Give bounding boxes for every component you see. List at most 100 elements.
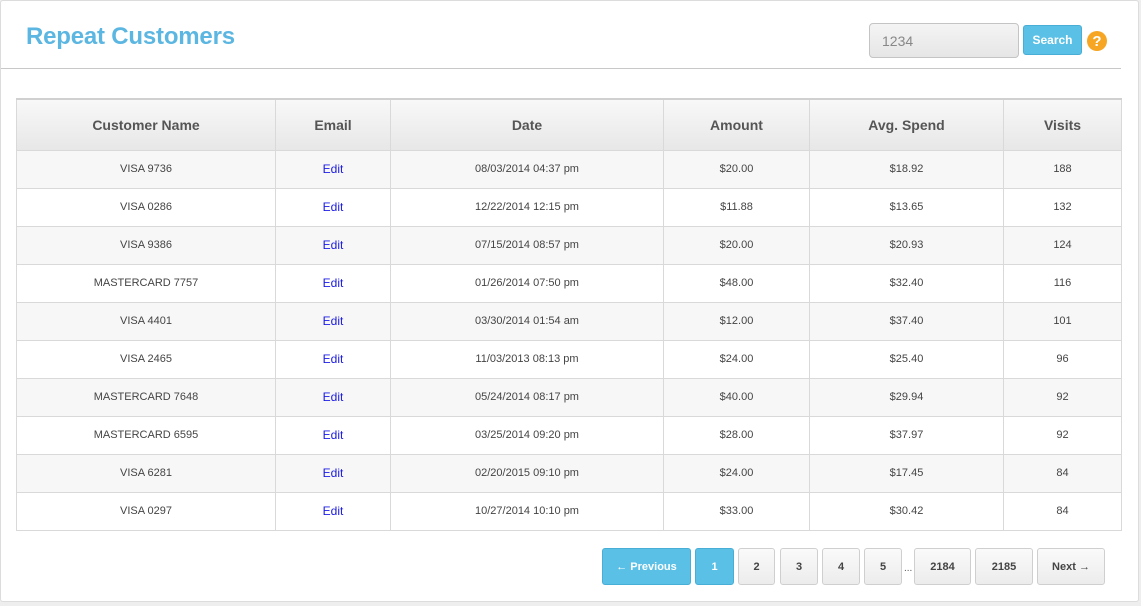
customers-table: Customer Name Email Date Amount Avg. Spe… [16, 98, 1122, 531]
cell-avg-spend: $29.94 [809, 377, 1004, 417]
cell-amount: $20.00 [663, 149, 810, 189]
cell-avg-spend: $32.40 [809, 263, 1004, 303]
cell-customer-name: VISA 0286 [16, 187, 276, 227]
cell-avg-spend: $25.40 [809, 339, 1004, 379]
table-row: VISA 9736 Edit 08/03/2014 04:37 pm $20.00 $1… [16, 149, 1122, 189]
cell-amount: $40.00 [663, 377, 810, 417]
cell-avg-spend: $20.93 [809, 225, 1004, 265]
page-button-1[interactable]: 1 [695, 548, 734, 585]
page-button-4[interactable]: 4 [822, 548, 860, 585]
cell-avg-spend: $37.97 [809, 415, 1004, 455]
cell-visits: 101 [1003, 301, 1122, 341]
cell-customer-name: MASTERCARD 6595 [16, 415, 276, 455]
table-row: MASTERCARD 6595 Edit 03/25/2014 09:20 pm $2… [16, 415, 1122, 455]
table-row: VISA 6281 Edit 02/20/2015 09:10 pm $24.00 $1… [16, 453, 1122, 493]
cell-visits: 84 [1003, 491, 1122, 531]
cell-customer-name: VISA 6281 [16, 453, 276, 493]
cell-date: 01/26/2014 07:50 pm [390, 263, 664, 303]
table-row: VISA 0297 Edit 10/27/2014 10:10 pm $33.00 $3… [16, 491, 1122, 531]
page-button-2184[interactable]: 2184 [914, 548, 971, 585]
column-header-amount[interactable]: Amount [663, 98, 810, 151]
cell-customer-name: VISA 4401 [16, 301, 276, 341]
cell-email: Edit [275, 301, 391, 341]
cell-date: 08/03/2014 04:37 pm [390, 149, 664, 189]
cell-date: 07/15/2014 08:57 pm [390, 225, 664, 265]
edit-email-link[interactable]: Edit [323, 162, 344, 176]
cell-date: 05/24/2014 08:17 pm [390, 377, 664, 417]
cell-email: Edit [275, 263, 391, 303]
edit-email-link[interactable]: Edit [323, 238, 344, 252]
edit-email-link[interactable]: Edit [323, 200, 344, 214]
column-header-avg-spend[interactable]: Avg. Spend [809, 98, 1004, 151]
cell-date: 02/20/2015 09:10 pm [390, 453, 664, 493]
page-button-2[interactable]: 2 [738, 548, 775, 585]
cell-customer-name: VISA 9386 [16, 225, 276, 265]
cell-avg-spend: $18.92 [809, 149, 1004, 189]
cell-email: Edit [275, 453, 391, 493]
cell-amount: $12.00 [663, 301, 810, 341]
cell-visits: 84 [1003, 453, 1122, 493]
cell-date: 03/25/2014 09:20 pm [390, 415, 664, 455]
previous-page-button[interactable]: ← Previous [602, 548, 691, 585]
pagination-ellipsis: ... [904, 563, 913, 574]
page-button-2185[interactable]: 2185 [975, 548, 1033, 585]
column-header-email[interactable]: Email [275, 98, 391, 151]
cell-avg-spend: $30.42 [809, 491, 1004, 531]
table-row: VISA 2465 Edit 11/03/2013 08:13 pm $24.00 $2… [16, 339, 1122, 379]
column-header-date[interactable]: Date [390, 98, 664, 151]
table-row: MASTERCARD 7757 Edit 01/26/2014 07:50 pm $4… [16, 263, 1122, 303]
cell-visits: 96 [1003, 339, 1122, 379]
cell-date: 10/27/2014 10:10 pm [390, 491, 664, 531]
cell-date: 11/03/2013 08:13 pm [390, 339, 664, 379]
cell-email: Edit [275, 187, 391, 227]
header-divider [1, 68, 1121, 69]
cell-visits: 132 [1003, 187, 1122, 227]
cell-amount: $11.88 [663, 187, 810, 227]
search-button[interactable]: Search [1023, 25, 1082, 55]
cell-visits: 124 [1003, 225, 1122, 265]
edit-email-link[interactable]: Edit [323, 276, 344, 290]
table-row: VISA 4401 Edit 03/30/2014 01:54 am $12.00 $3… [16, 301, 1122, 341]
cell-customer-name: VISA 0297 [16, 491, 276, 531]
edit-email-link[interactable]: Edit [323, 352, 344, 366]
cell-amount: $48.00 [663, 263, 810, 303]
edit-email-link[interactable]: Edit [323, 504, 344, 518]
cell-email: Edit [275, 415, 391, 455]
page-button-3[interactable]: 3 [780, 548, 818, 585]
cell-customer-name: MASTERCARD 7757 [16, 263, 276, 303]
help-icon[interactable]: ? [1087, 31, 1107, 51]
cell-amount: $28.00 [663, 415, 810, 455]
edit-email-link[interactable]: Edit [323, 390, 344, 404]
table-header-row: Customer Name Email Date Amount Avg. Spe… [16, 98, 1122, 151]
cell-customer-name: VISA 9736 [16, 149, 276, 189]
cell-date: 03/30/2014 01:54 am [390, 301, 664, 341]
table-row: VISA 9386 Edit 07/15/2014 08:57 pm $20.00 $2… [16, 225, 1122, 265]
search-input[interactable] [869, 23, 1019, 58]
cell-email: Edit [275, 225, 391, 265]
next-page-button[interactable]: Next → [1037, 548, 1105, 585]
column-header-visits[interactable]: Visits [1003, 98, 1122, 151]
cell-avg-spend: $37.40 [809, 301, 1004, 341]
page-title: Repeat Customers [26, 23, 235, 50]
cell-avg-spend: $13.65 [809, 187, 1004, 227]
main-panel: Repeat Customers Search ? Customer Name … [0, 0, 1139, 602]
cell-customer-name: MASTERCARD 7648 [16, 377, 276, 417]
cell-visits: 116 [1003, 263, 1122, 303]
column-header-customer-name[interactable]: Customer Name [16, 98, 276, 151]
cell-amount: $20.00 [663, 225, 810, 265]
cell-customer-name: VISA 2465 [16, 339, 276, 379]
edit-email-link[interactable]: Edit [323, 314, 344, 328]
cell-visits: 188 [1003, 149, 1122, 189]
cell-visits: 92 [1003, 415, 1122, 455]
cell-amount: $24.00 [663, 339, 810, 379]
page-button-5[interactable]: 5 [864, 548, 902, 585]
table-body: VISA 9736 Edit 08/03/2014 04:37 pm $20.00 $1… [16, 149, 1122, 531]
cell-email: Edit [275, 149, 391, 189]
edit-email-link[interactable]: Edit [323, 428, 344, 442]
table-row: VISA 0286 Edit 12/22/2014 12:15 pm $11.88 $1… [16, 187, 1122, 227]
cell-avg-spend: $17.45 [809, 453, 1004, 493]
table-row: MASTERCARD 7648 Edit 05/24/2014 08:17 pm $4… [16, 377, 1122, 417]
cell-email: Edit [275, 339, 391, 379]
cell-email: Edit [275, 491, 391, 531]
edit-email-link[interactable]: Edit [323, 466, 344, 480]
